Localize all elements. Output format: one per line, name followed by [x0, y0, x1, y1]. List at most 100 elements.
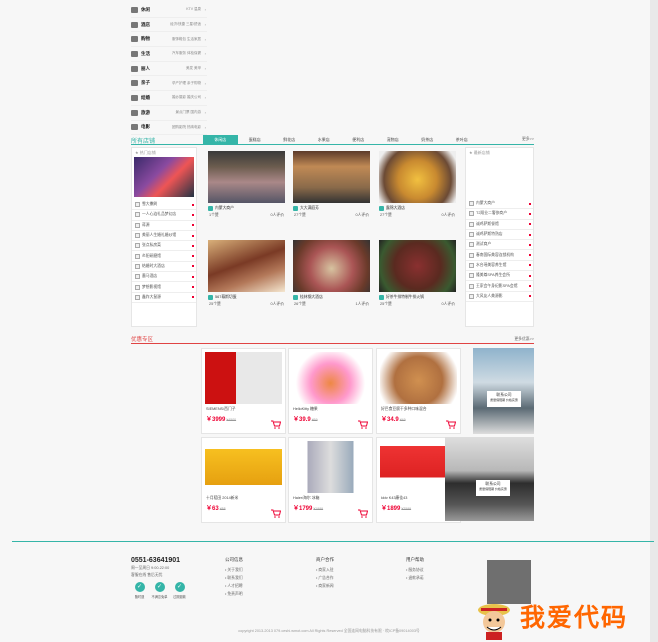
- product-price: ￥1799: [293, 506, 313, 512]
- cart-icon[interactable]: [358, 420, 369, 429]
- store-card[interactable]: 好茶牛排特制牛排火锅 25个赞 0人评价: [377, 236, 459, 314]
- product-name[interactable]: Haier/海尔 冰箱: [293, 496, 372, 501]
- cart-icon[interactable]: [358, 509, 369, 518]
- cart-icon[interactable]: [446, 420, 457, 429]
- category-row[interactable]: 酒店 经济/快捷 三星/舒适 ›: [131, 18, 207, 33]
- store-list-item[interactable]: 鑫炸大鼠源: [132, 293, 196, 303]
- category-row[interactable]: 购物 服饰鞋包 生活家居 ›: [131, 32, 207, 48]
- promo-side-image-2[interactable]: 联系公司 质量保障期 价格实惠: [445, 437, 534, 521]
- footer-link[interactable]: • 商家入驻: [316, 566, 334, 574]
- footer-link[interactable]: • 免责声明: [225, 590, 243, 598]
- store-list-item[interactable]: 美丽人生婚礼婚纱馆: [132, 231, 196, 242]
- store-list-item[interactable]: 内蒙大商户: [466, 199, 533, 210]
- store-card[interactable]: 内蒙大商户 1个赞 0人评价: [206, 147, 288, 225]
- store-list-item[interactable]: 水台瑶美容养生馆: [466, 261, 533, 272]
- footer-link[interactable]: • 关于我们: [225, 566, 243, 574]
- footer-link[interactable]: • 商家新闻: [316, 582, 334, 590]
- product-card[interactable]: Haier/海尔 冰箱 ￥1799¥1999: [288, 437, 373, 523]
- arrow-icon: [529, 243, 531, 246]
- product-image[interactable]: [292, 352, 369, 404]
- category-row[interactable]: 丽人 美发 美甲 ›: [131, 62, 207, 77]
- category-row[interactable]: 旅游 景点门票 国内游 ›: [131, 106, 207, 121]
- category-row[interactable]: 结婚 婚纱摄影 婚庆公司 ›: [131, 91, 207, 106]
- store-photo[interactable]: [293, 240, 370, 292]
- store-card-name[interactable]: 567幕斯切蛋: [215, 295, 237, 300]
- store-list-item[interactable]: 蒋源: [132, 221, 196, 231]
- store-tab[interactable]: 茶叶店: [445, 135, 480, 144]
- store-photo[interactable]: [208, 240, 285, 292]
- store-card-name[interactable]: 内蒙大商户: [215, 206, 234, 211]
- store-tab[interactable]: 奶茶店: [410, 135, 445, 144]
- product-name[interactable]: HelloKitty 糖果: [293, 407, 372, 412]
- product-image[interactable]: [205, 352, 282, 404]
- hot-stores-banner[interactable]: [134, 157, 194, 197]
- store-list-item[interactable]: 诚鸡萨斯特熟店: [466, 230, 533, 241]
- footer-link[interactable]: • 人才招聘: [225, 582, 243, 590]
- store-list-item[interactable]: 春南国际美容连锁机构: [466, 250, 533, 261]
- store-tab[interactable]: 蛋糕店: [238, 135, 273, 144]
- product-card[interactable]: HelloKitty 糖果 ￥39.9¥69: [288, 348, 373, 434]
- product-name[interactable]: 十月稻田 2014新米: [206, 496, 285, 501]
- product-image[interactable]: [380, 352, 457, 404]
- footer-link[interactable]: • 联系我们: [225, 574, 243, 582]
- store-photo[interactable]: [208, 151, 285, 203]
- product-card[interactable]: SIEMENS/西门子 ￥3999¥4500: [201, 348, 286, 434]
- store-photo[interactable]: [379, 240, 456, 292]
- store-card-name[interactable]: 露锦大酒店: [386, 206, 405, 211]
- store-list-item[interactable]: T2翔业二奢侈商户: [466, 209, 533, 220]
- store-list-item[interactable]: 墨马酒店: [132, 272, 196, 283]
- store-card-name[interactable]: 桂林钢大酒店: [300, 295, 323, 300]
- arrow-icon: [192, 296, 194, 299]
- store-card-name[interactable]: 好茶牛排特制牛排火锅: [386, 295, 424, 300]
- store-card[interactable]: 露锦大酒店 27个赞 0人评价: [377, 147, 459, 225]
- footer-link[interactable]: • 广告合作: [316, 574, 334, 582]
- store-list-item[interactable]: 诚鸡萨斯餐馆: [466, 220, 533, 230]
- store-tab[interactable]: 宠物店: [376, 135, 411, 144]
- store-list-item[interactable]: 结婚时大酒店: [132, 262, 196, 273]
- page-scrollbar[interactable]: [650, 0, 658, 642]
- promo-side-image-1[interactable]: 联系公司 质量保障期 价格实惠: [473, 348, 534, 434]
- store-list-label: 墨马酒店: [142, 274, 158, 279]
- product-card[interactable]: 十月稻田 2014新米 ￥63¥88: [201, 437, 286, 523]
- store-list-item[interactable]: 梦想影视馆: [132, 282, 196, 293]
- store-list-item[interactable]: 大风友人美源影: [466, 292, 533, 302]
- category-name: 旅游: [141, 109, 150, 115]
- store-tab[interactable]: 鲜花店: [272, 135, 307, 144]
- promo-more-link[interactable]: 更多优惠>>: [514, 337, 534, 342]
- store-list-item[interactable]: 隆美尊SPA养生会所: [466, 271, 533, 282]
- category-row[interactable]: 休闲 KTV 温泉 ›: [131, 3, 207, 18]
- product-card[interactable]: 好巴食豆腐干多种口味混合 ￥34.9¥49: [376, 348, 461, 434]
- store-tab[interactable]: 水果店: [307, 135, 342, 144]
- store-photo[interactable]: [379, 151, 456, 203]
- arrow-icon: [529, 212, 531, 215]
- service-badge: ✓ 不满意免单: [151, 582, 168, 599]
- footer-link[interactable]: • 退款承诺: [406, 574, 424, 582]
- product-name[interactable]: 好巴食豆腐干多种口味混合: [381, 407, 460, 412]
- store-list-item[interactable]: 雪大撒刷: [132, 200, 196, 211]
- store-tab[interactable]: 便利店: [341, 135, 376, 144]
- store-list-item[interactable]: 王家会午身纪影SPA会馆: [466, 281, 533, 292]
- store-card[interactable]: 大大满庭芳 27个赞 0人评价: [291, 147, 373, 225]
- product-name[interactable]: SIEMENS/西门子: [206, 407, 285, 412]
- category-row[interactable]: 生活 汽车服务 体检保健 ›: [131, 47, 207, 62]
- category-row[interactable]: 亲子 孕产护理 亲子购物 ›: [131, 76, 207, 92]
- store-card[interactable]: 567幕斯切蛋 25个赞 0人评价: [206, 236, 288, 314]
- store-card[interactable]: 桂林钢大酒店 26个赞 1人评价: [291, 236, 373, 314]
- store-card-name[interactable]: 大大满庭芳: [300, 206, 319, 211]
- cart-icon[interactable]: [271, 420, 282, 429]
- product-image[interactable]: [292, 441, 369, 493]
- store-tab[interactable]: 休闲店: [203, 135, 238, 144]
- product-image[interactable]: [205, 441, 282, 493]
- store-list-item[interactable]: 张点私房菜: [132, 241, 196, 252]
- store-photo[interactable]: [293, 151, 370, 203]
- store-list-item[interactable]: 一人心涟礼品梦幻店: [132, 210, 196, 221]
- cart-icon[interactable]: [271, 509, 282, 518]
- category-row[interactable]: 电影 团购影院 热映电影 ›: [131, 121, 207, 136]
- footer-link[interactable]: • 服务协议: [406, 566, 424, 574]
- category-name: 休闲: [141, 6, 150, 12]
- store-list-item[interactable]: 炎阳研磨馆: [132, 251, 196, 262]
- promo-header: 优惠专区 更多优惠>>: [131, 335, 534, 344]
- store-list-label: 春南国际美容连锁机构: [476, 252, 514, 257]
- stores-more-link[interactable]: 更多>>: [522, 137, 534, 142]
- store-list-item[interactable]: 测试商户: [466, 240, 533, 251]
